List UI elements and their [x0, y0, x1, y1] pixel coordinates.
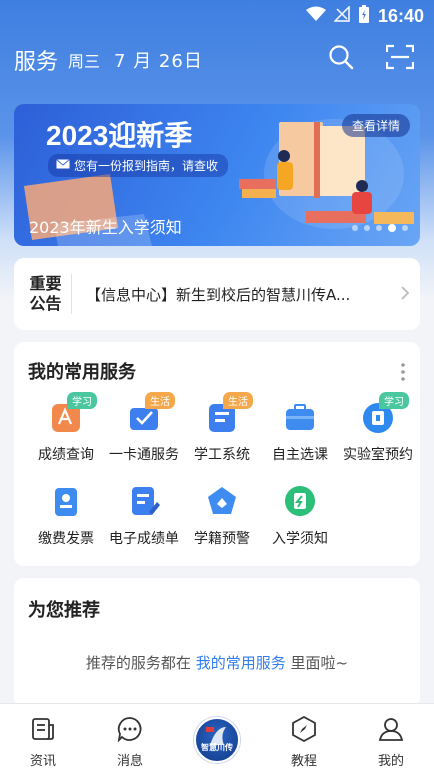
service-item-lab-booking[interactable]: 学习 实验室预约: [340, 392, 416, 464]
notice-label: 重要 公告: [14, 274, 72, 314]
more-options-icon[interactable]: [400, 362, 406, 386]
bottom-tab-bar: 资讯 消息 智慧川传 教程 我的: [0, 703, 434, 773]
lab-booking-icon: 学习: [361, 392, 409, 434]
page-title: 服务: [14, 50, 59, 75]
service-item-admission-guide[interactable]: 入学须知: [262, 484, 338, 548]
service-label: 电子成绩单: [109, 531, 179, 547]
service-item-grade-query[interactable]: 学习 成绩查询: [28, 392, 104, 464]
header-weekday: 周三: [68, 52, 101, 71]
carousel-indicator: [352, 224, 408, 232]
common-services-card: 我的常用服务 学习 成绩查询 生活 一卡通服务 生活 学工系统 自主选课 学习 …: [14, 342, 420, 566]
notice-label-line2: 公告: [29, 294, 62, 313]
search-icon[interactable]: [328, 44, 354, 74]
service-item-campus-card[interactable]: 生活 一卡通服务: [106, 392, 182, 464]
banner-subtitle-text: 您有一份报到指南，请查收: [74, 159, 219, 173]
recommend-text: 推荐的服务都在 我的常用服务 里面啦~: [14, 652, 420, 673]
banner-subtitle: 您有一份报到指南，请查收: [48, 154, 229, 177]
service-item-student-affairs[interactable]: 生活 学工系统: [184, 392, 260, 464]
service-label: 成绩查询: [38, 447, 94, 463]
carousel-dot[interactable]: [364, 225, 370, 231]
tab-label: 教程: [290, 754, 317, 769]
service-tag: 学习: [379, 392, 409, 409]
tab-news[interactable]: 资讯: [13, 716, 73, 769]
news-icon: [30, 718, 56, 746]
recommend-link[interactable]: 我的常用服务: [196, 654, 286, 672]
page-header: 服务 周三 7 月 26日: [0, 40, 434, 80]
campus-card-icon: 生活: [127, 392, 175, 434]
promo-banner[interactable]: 2023迎新季 您有一份报到指南，请查收 查看详情 2023年新生入学须知: [14, 104, 420, 246]
notice-label-line1: 重要: [29, 274, 62, 293]
service-tag: 生活: [145, 392, 175, 409]
status-time: 16:40: [377, 5, 424, 26]
service-label: 学籍预警: [194, 531, 250, 547]
service-label: 入学须知: [272, 531, 328, 547]
status-bar: 16:40: [0, 0, 434, 32]
banner-title: 2023迎新季: [46, 120, 193, 151]
carousel-dot[interactable]: [376, 225, 382, 231]
tab-profile[interactable]: 我的: [361, 716, 421, 769]
service-tag: 学习: [67, 392, 97, 409]
service-item-transcript[interactable]: 电子成绩单: [106, 484, 182, 548]
services-title: 我的常用服务: [28, 362, 136, 383]
service-label: 实验室预约: [343, 447, 413, 463]
tab-messages[interactable]: 消息: [100, 716, 160, 769]
status-warning-icon: [205, 484, 239, 518]
service-label: 学工系统: [194, 447, 250, 463]
signal-off-icon: [333, 5, 350, 26]
banner-caption: 2023年新生入学须知: [29, 218, 182, 237]
view-details-button[interactable]: 查看详情: [341, 114, 410, 137]
carousel-dot[interactable]: [402, 225, 408, 231]
service-item-course-selection[interactable]: 自主选课: [262, 400, 338, 464]
message-icon: [117, 717, 143, 746]
recommend-text-before: 推荐的服务都在: [85, 654, 191, 672]
tab-tutorial[interactable]: 教程: [274, 715, 334, 769]
recommend-title: 为您推荐: [28, 600, 100, 621]
school-logo-icon[interactable]: 智慧川传: [194, 717, 240, 763]
service-tag: 生活: [223, 392, 253, 409]
compass-icon: [291, 715, 317, 746]
header-date: 7 月 26日: [114, 51, 203, 72]
profile-icon: [378, 718, 404, 746]
recommendation-card: 为您推荐 推荐的服务都在 我的常用服务 里面啦~: [14, 578, 420, 708]
chevron-right-icon[interactable]: [390, 282, 420, 306]
tab-label: 消息: [116, 754, 143, 769]
scan-icon[interactable]: [385, 44, 415, 74]
course-selection-icon: [283, 400, 317, 434]
tab-label: 我的: [377, 754, 404, 769]
admission-guide-icon: [283, 484, 317, 518]
service-item-status-warning[interactable]: 学籍预警: [184, 484, 260, 548]
grade-query-icon: 学习: [49, 392, 97, 434]
important-notice[interactable]: 重要 公告 【信息中心】新生到校后的智慧川传A...: [14, 258, 420, 330]
notice-text[interactable]: 【信息中心】新生到校后的智慧川传A...: [72, 284, 390, 305]
carousel-dot[interactable]: [352, 225, 358, 231]
battery-charging-icon: [358, 4, 370, 28]
service-label: 缴费发票: [38, 531, 94, 547]
mail-icon: [56, 158, 70, 172]
recommend-text-after: 里面啦~: [290, 654, 349, 672]
invoice-icon: [49, 484, 83, 518]
service-label: 一卡通服务: [109, 447, 179, 463]
wifi-icon: [305, 6, 326, 26]
service-item-invoice[interactable]: 缴费发票: [28, 484, 104, 548]
transcript-icon: [127, 484, 161, 518]
logo-text: 智慧川传: [201, 743, 233, 752]
carousel-dot-active[interactable]: [388, 224, 396, 232]
service-label: 自主选课: [272, 447, 328, 463]
tab-label: 资讯: [29, 754, 56, 769]
student-affairs-icon: 生活: [205, 392, 253, 434]
